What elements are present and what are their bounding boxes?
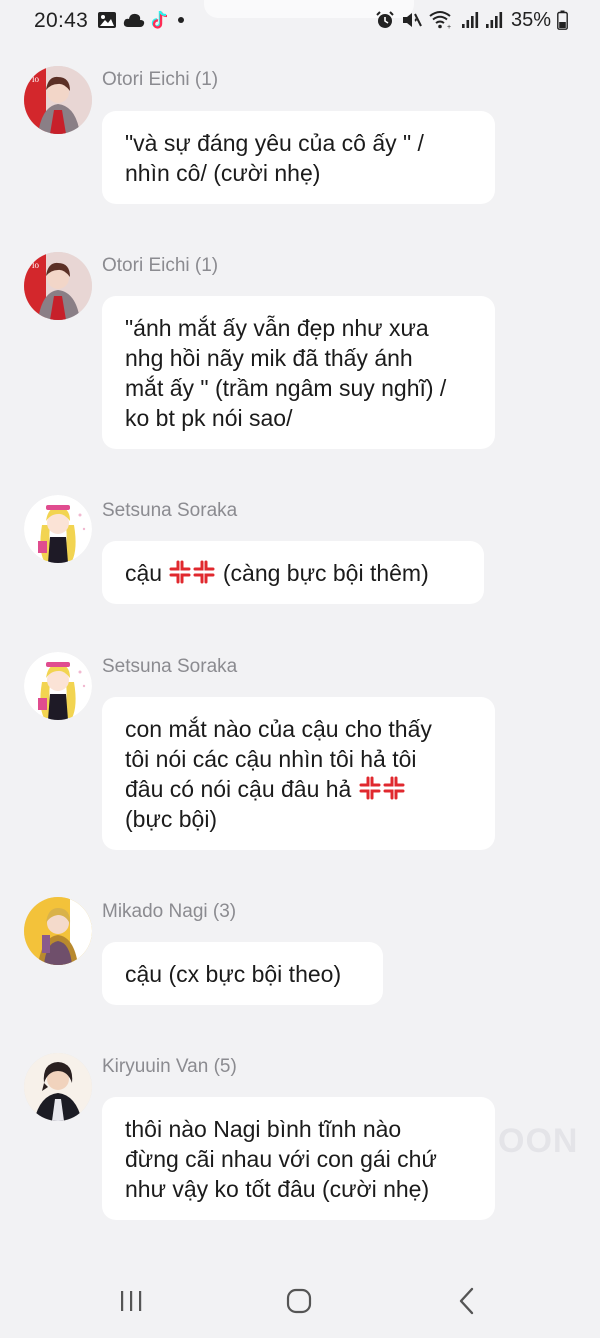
recent-apps-icon bbox=[121, 1291, 142, 1311]
cloud-icon bbox=[123, 13, 145, 27]
signal-icon bbox=[461, 12, 479, 28]
message-text: ko bt pk nói sao/ bbox=[125, 404, 293, 431]
status-notification-icons bbox=[97, 8, 187, 32]
anger-icon bbox=[359, 776, 381, 799]
home-icon bbox=[286, 1288, 312, 1314]
dot-icon bbox=[178, 17, 184, 23]
message-text: "ánh mắt ấy vẫn đẹp như xưa bbox=[125, 314, 429, 341]
anger-icon bbox=[383, 776, 405, 799]
svg-text:Flo: Flo bbox=[27, 74, 40, 84]
message-text: thôi nào Nagi bình tĩnh nào bbox=[125, 1115, 402, 1142]
message-text: tôi nói các cậu nhìn tôi hả tôi bbox=[125, 745, 417, 772]
avatar[interactable] bbox=[24, 495, 92, 563]
message-text: mắt ấy " (trầm ngâm suy nghĩ) / bbox=[125, 374, 447, 401]
message-text: cậu (càng bực bội thêm) bbox=[125, 558, 461, 588]
message-text: nhìn cô/ (cười nhẹ) bbox=[125, 159, 321, 186]
navigation-bar bbox=[0, 1264, 600, 1338]
sender-name: Otori Eichi (1) bbox=[102, 255, 219, 276]
message-text: cậu (cx bực bội theo) bbox=[125, 960, 342, 987]
mute-icon bbox=[402, 13, 422, 27]
anger-icon bbox=[193, 560, 215, 583]
sender-name: Kiryuuin Van (5) bbox=[102, 1056, 237, 1077]
message-text: "và sự đáng yêu của cô ấy " / bbox=[125, 129, 424, 156]
message-bubble[interactable]: "và sự đáng yêu của cô ấy " / nhìn cô/ (… bbox=[102, 111, 495, 204]
avatar[interactable]: Flo bbox=[24, 252, 92, 320]
status-time: 20:43 bbox=[34, 9, 89, 32]
avatar[interactable] bbox=[24, 1053, 92, 1121]
anger-icon bbox=[169, 560, 191, 583]
message-text-part: đâu có nói cậu đâu hả bbox=[125, 775, 352, 802]
back-button[interactable] bbox=[447, 1284, 487, 1318]
status-system-icons: + 35% bbox=[375, 8, 568, 32]
sender-name: Mikado Nagi (3) bbox=[102, 901, 237, 922]
sender-name: Setsuna Soraka bbox=[102, 500, 238, 521]
message-text-part: (càng bực bội thêm) bbox=[222, 559, 429, 586]
svg-text:+: + bbox=[447, 24, 451, 30]
signal-icon bbox=[485, 12, 503, 28]
message-bubble[interactable]: thôi nào Nagi bình tĩnh nào đừng cãi nha… bbox=[102, 1097, 495, 1220]
message-bubble[interactable]: "ánh mắt ấy vẫn đẹp như xưa nhg hồi nãy … bbox=[102, 296, 495, 449]
battery-icon bbox=[557, 10, 568, 30]
sender-name: Otori Eichi (1) bbox=[102, 69, 219, 90]
watermark-logo: OON bbox=[498, 1122, 579, 1160]
message-text: đâu có nói cậu đâu hả bbox=[125, 774, 472, 804]
message-text: đừng cãi nhau với con gái chứ bbox=[125, 1145, 437, 1172]
gallery-icon bbox=[98, 12, 116, 28]
message-bubble[interactable]: cậu (càng bực bội thêm) bbox=[102, 541, 484, 604]
message-text-part: cậu bbox=[125, 559, 163, 586]
svg-text:Flo: Flo bbox=[27, 260, 40, 270]
recent-apps-button[interactable] bbox=[111, 1284, 151, 1318]
wifi-icon: + bbox=[429, 11, 451, 30]
battery-percent: 35% bbox=[510, 8, 551, 31]
avatar[interactable] bbox=[24, 897, 92, 965]
message-bubble[interactable]: cậu (cx bực bội theo) bbox=[102, 942, 383, 1005]
status-bar: 20:43 + 35% bbox=[0, 0, 600, 40]
back-icon bbox=[459, 1287, 474, 1315]
message-text: (bực bội) bbox=[125, 805, 218, 832]
message-text: như vậy ko tốt đâu (cười nhẹ) bbox=[125, 1175, 430, 1202]
home-button[interactable] bbox=[279, 1284, 319, 1318]
message-bubble[interactable]: con mắt nào của cậu cho thấy tôi nói các… bbox=[102, 697, 495, 850]
message-text: nhg hồi nãy mik đã thấy ánh bbox=[125, 344, 413, 371]
avatar[interactable]: Flo bbox=[24, 66, 92, 134]
message-text: con mắt nào của cậu cho thấy bbox=[125, 715, 432, 742]
sender-name: Setsuna Soraka bbox=[102, 656, 238, 677]
tiktok-icon bbox=[151, 10, 168, 29]
avatar[interactable] bbox=[24, 652, 92, 720]
alarm-icon bbox=[376, 11, 394, 28]
